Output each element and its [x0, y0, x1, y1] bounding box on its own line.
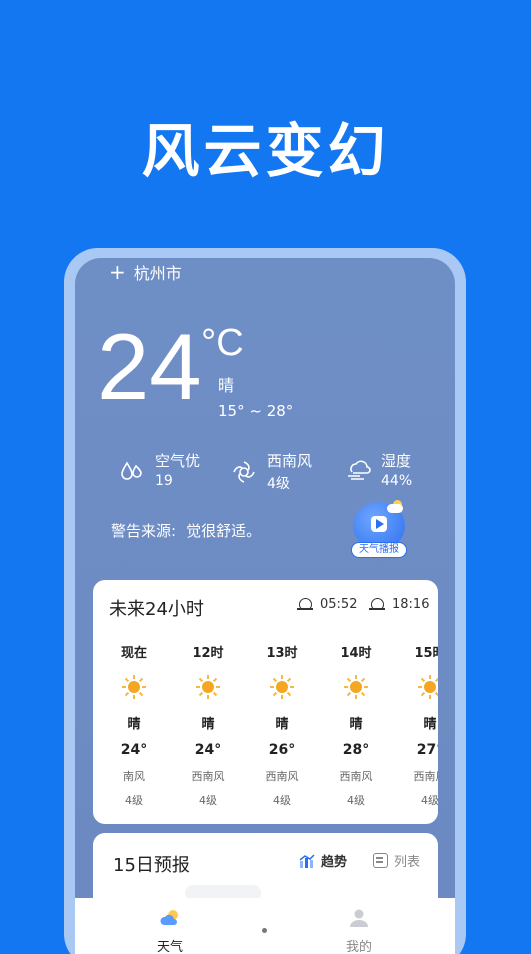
city-selector[interactable]: + 杭州市	[109, 260, 182, 284]
current-condition: 晴	[218, 376, 235, 395]
sunny-icon	[196, 675, 220, 699]
add-city-icon[interactable]: +	[109, 262, 126, 282]
hourly-list[interactable]: 现在 晴 24° 南风 4级 12时 晴 24° 西南风 4级 13时 晴 26…	[93, 642, 438, 812]
hour-wind-direction: 西南风	[339, 770, 373, 783]
hour-item: 12时 晴 24° 西南风 4级	[178, 642, 238, 808]
list-toggle[interactable]: 列表	[373, 851, 420, 870]
weather-tab-icon	[160, 910, 178, 925]
hour-wind-level: 4级	[347, 794, 365, 807]
wind-icon	[233, 460, 255, 483]
app-screen: + 杭州市 24 °C 晴 15° ~ 28° 空气优 19 西南风 4级 湿度…	[75, 258, 455, 954]
hourly-title: 未来24小时	[109, 599, 204, 620]
hour-wind-level: 4级	[125, 794, 143, 807]
center-dot	[262, 928, 267, 933]
hour-wind-direction: 西南风	[413, 770, 439, 783]
temperature-unit: °C	[201, 322, 244, 364]
hour-condition: 晴	[201, 717, 215, 732]
hour-wind-level: 4级	[421, 794, 438, 807]
bottom-tab-bar: 天气 我的	[75, 898, 455, 954]
hour-item: 15时 晴 27° 西南风 4级	[400, 642, 438, 808]
tab-mine[interactable]: 我的	[329, 908, 389, 954]
hour-wind-level: 4级	[199, 794, 217, 807]
tab-weather-label: 天气	[156, 940, 183, 954]
wind-level-value: 4级	[267, 476, 290, 492]
sunrise: 05:52	[297, 597, 358, 612]
hour-wind-level: 4级	[273, 794, 291, 807]
humidity-stat: 湿度 44%	[345, 450, 412, 489]
air-quality-value: 19	[155, 473, 173, 489]
city-name: 杭州市	[133, 264, 182, 283]
trend-chart-icon	[299, 853, 315, 868]
hour-wind-direction: 南风	[123, 770, 145, 783]
air-quality-stat: 空气优 19	[119, 450, 200, 489]
hour-wind-direction: 西南风	[265, 770, 299, 783]
cloud-icon	[387, 504, 403, 513]
humidity-value: 44%	[381, 473, 413, 489]
play-icon	[371, 516, 387, 532]
humidity-icon	[348, 460, 371, 480]
hour-wind-direction: 西南风	[191, 770, 225, 783]
hour-time: 12时	[192, 646, 224, 661]
list-label: 列表	[394, 855, 421, 870]
hour-condition: 晴	[127, 717, 141, 732]
sunrise-time: 05:52	[320, 597, 358, 612]
wind-direction-label: 西南风	[267, 452, 313, 470]
hour-time: 15时	[414, 646, 438, 661]
current-temperature: 24	[97, 314, 202, 419]
temperature-range: 15° ~ 28°	[218, 402, 294, 420]
weather-broadcast-button[interactable]: 天气播报	[351, 500, 407, 560]
hour-temp: 27°	[416, 742, 438, 758]
sunny-icon	[344, 675, 368, 699]
hour-item: 13时 晴 26° 西南风 4级	[252, 642, 312, 808]
sunny-icon	[270, 675, 294, 699]
hour-temp: 24°	[194, 742, 222, 758]
hour-condition: 晴	[275, 717, 289, 732]
warning-label: 警告来源:	[111, 522, 177, 540]
hour-temp: 24°	[120, 742, 148, 758]
hour-item: 现在 晴 24° 南风 4级	[104, 642, 164, 808]
hour-item: 14时 晴 28° 西南风 4级	[326, 642, 386, 808]
sunrise-icon	[297, 598, 313, 611]
tab-weather[interactable]: 天气	[140, 908, 200, 954]
trend-toggle[interactable]: 趋势	[299, 851, 347, 870]
water-drops-icon	[121, 460, 142, 480]
sunny-icon	[122, 675, 146, 699]
warning-text: 觉很舒适。	[186, 522, 262, 540]
sunset-time: 18:16	[392, 597, 430, 612]
trend-label: 趋势	[321, 855, 348, 870]
hour-time: 现在	[120, 646, 147, 661]
warning-ticker[interactable]: 警告来源: 觉很舒适。	[111, 520, 261, 541]
hour-time: 13时	[266, 646, 298, 661]
broadcast-label: 天气播报	[351, 542, 407, 558]
sunny-icon	[418, 675, 438, 699]
sunset: 18:16	[369, 597, 430, 612]
hour-time: 14时	[340, 646, 372, 661]
sunset-icon	[369, 598, 385, 611]
headline: 风云变幻	[141, 117, 390, 185]
humidity-label: 湿度	[381, 452, 412, 470]
hour-temp: 26°	[268, 742, 296, 758]
list-icon	[373, 853, 388, 868]
hour-temp: 28°	[342, 742, 370, 758]
forecast-title: 15日预报	[113, 855, 190, 876]
hour-condition: 晴	[423, 717, 437, 732]
air-quality-label: 空气优	[155, 452, 201, 470]
hour-condition: 晴	[349, 717, 363, 732]
wind-stat: 西南风 4级	[231, 450, 312, 493]
user-icon	[350, 909, 368, 927]
tab-mine-label: 我的	[345, 940, 372, 954]
hourly-forecast-card: 未来24小时 05:52 18:16 现在 晴 24° 南风 4级 12时 晴 …	[93, 580, 438, 824]
